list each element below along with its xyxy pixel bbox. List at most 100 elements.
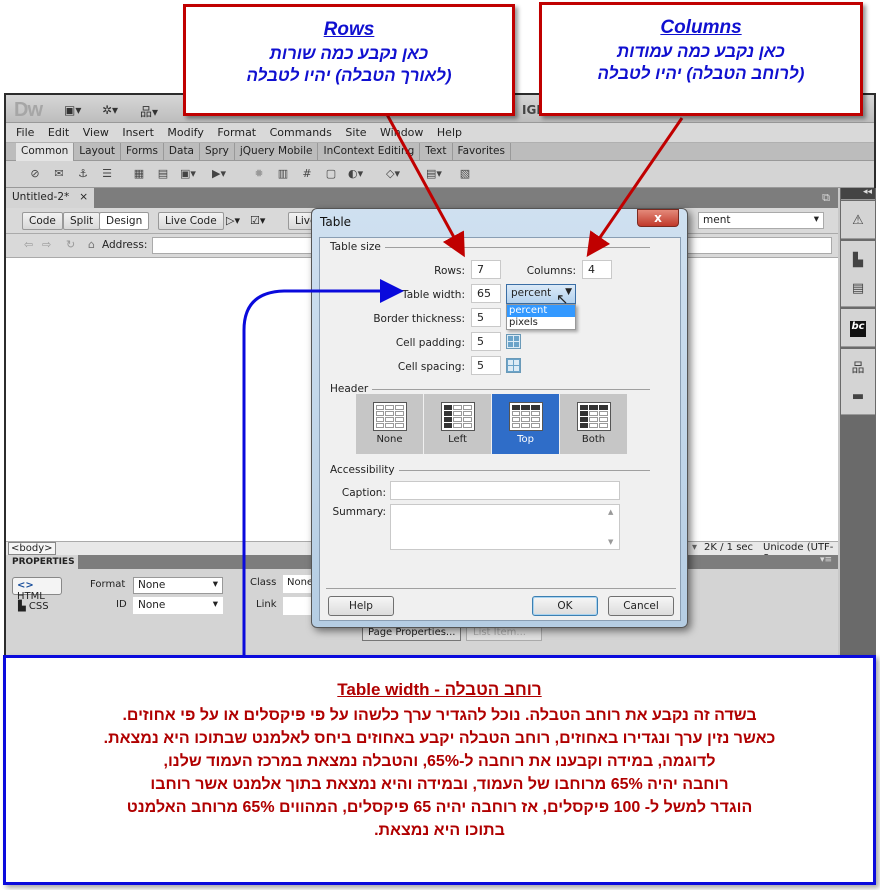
menu-format[interactable]: Format xyxy=(217,123,256,139)
css-styles-icon[interactable]: ▙ xyxy=(850,253,866,269)
server-side-include-icon[interactable]: # xyxy=(300,168,314,180)
menu-view[interactable]: View xyxy=(83,123,109,139)
home-icon[interactable]: ⌂ xyxy=(88,238,95,251)
format-label: Format xyxy=(90,579,126,590)
named-anchor-icon[interactable]: ⚓ xyxy=(76,168,90,180)
table-width-label: Table width: xyxy=(402,289,465,301)
ok-button[interactable]: OK xyxy=(532,596,598,616)
horizontal-rule-icon[interactable]: ☰ xyxy=(100,168,114,180)
layout-icon[interactable]: ▣▾ xyxy=(64,103,81,117)
assets-icon[interactable]: ▬ xyxy=(850,389,866,405)
insert-bar: Common Layout Forms Data Spry jQuery Mobile In… xyxy=(6,143,874,161)
business-catalyst-icon[interactable]: bc xyxy=(850,321,866,337)
tab-text[interactable]: Text xyxy=(420,143,453,161)
templates-icon[interactable]: ▤▾ xyxy=(426,168,442,180)
css-label: CSS xyxy=(28,601,49,612)
div-icon[interactable]: ▤ xyxy=(156,168,170,180)
columns-callout-title: Columns xyxy=(660,17,742,38)
files-icon[interactable]: 品 xyxy=(850,361,866,377)
design-view-button[interactable]: Design xyxy=(99,212,150,230)
tab-common[interactable]: Common xyxy=(16,143,75,161)
menu-modify[interactable]: Modify xyxy=(167,123,203,139)
table-width-input[interactable]: 65 xyxy=(471,284,501,303)
cell-spacing-label: Cell spacing: xyxy=(397,361,465,373)
menu-help[interactable]: Help xyxy=(437,123,462,139)
email-link-icon[interactable]: ✉ xyxy=(52,168,66,180)
menu-insert[interactable]: Insert xyxy=(122,123,154,139)
scroll-down-icon[interactable]: ▼ xyxy=(608,538,613,546)
dock-group-2: ▙ ▤ xyxy=(841,241,875,307)
table-none-icon xyxy=(372,402,407,431)
tab-spry[interactable]: Spry xyxy=(200,143,235,161)
dock-group-3: bc xyxy=(841,309,875,347)
scroll-up-icon[interactable]: ▲ xyxy=(608,508,613,516)
header-option-label: Both xyxy=(581,434,606,445)
chevron-down-icon: ▾ xyxy=(692,542,698,553)
table-icon[interactable]: ▦ xyxy=(132,168,146,180)
menu-commands[interactable]: Commands xyxy=(270,123,332,139)
images-icon[interactable]: ▣▾ xyxy=(180,168,196,180)
properties-tab[interactable]: PROPERTIES xyxy=(6,555,78,569)
dialog-close-button[interactable]: x xyxy=(637,209,679,227)
header-option-left[interactable]: Left xyxy=(424,394,491,454)
caption-input[interactable] xyxy=(390,481,620,500)
format-select[interactable]: None xyxy=(133,577,223,594)
menu-site[interactable]: Site xyxy=(345,123,366,139)
check-page-icon[interactable]: ☑▾ xyxy=(250,214,265,227)
tag-chooser-icon[interactable]: ▧ xyxy=(458,168,472,180)
ap-elements-icon[interactable]: ▤ xyxy=(850,281,866,297)
menu-window[interactable]: Window xyxy=(380,123,423,139)
document-title-field[interactable]: ment xyxy=(698,212,824,229)
live-code-button[interactable]: Live Code xyxy=(158,212,224,230)
css-mode-button[interactable]: ▙ CSS xyxy=(18,601,49,612)
insert-panel-icon[interactable]: ⚠ xyxy=(850,213,866,229)
header-option-none[interactable]: None xyxy=(356,394,423,454)
header-option-top[interactable]: Top xyxy=(492,394,559,454)
widget-icon[interactable]: ✹ xyxy=(252,168,266,180)
tab-layout[interactable]: Layout xyxy=(74,143,121,161)
hyperlink-icon[interactable]: ⊘ xyxy=(28,168,42,180)
media-icon[interactable]: ▶▾ xyxy=(212,168,226,180)
cell-spacing-input[interactable]: 5 xyxy=(471,356,501,375)
script-icon[interactable]: ◇▾ xyxy=(386,168,400,180)
html-mode-button[interactable]: <> HTML xyxy=(12,577,62,602)
tab-forms[interactable]: Forms xyxy=(121,143,164,161)
comment-icon[interactable]: ▢ xyxy=(324,168,338,180)
cell-spacing-icon xyxy=(506,358,521,373)
tab-data[interactable]: Data xyxy=(164,143,200,161)
header-option-both[interactable]: Both xyxy=(560,394,627,454)
help-button[interactable]: Help xyxy=(328,596,394,616)
menu-edit[interactable]: Edit xyxy=(48,123,69,139)
back-icon[interactable]: ⇦ xyxy=(24,238,33,251)
gear-icon[interactable]: ✲▾ xyxy=(102,103,118,117)
info-line: כאשר נזין ערך ונגדירו באחוזים, רוחב הטבל… xyxy=(103,730,776,747)
columns-label: Columns: xyxy=(526,265,576,277)
code-view-button[interactable]: Code xyxy=(22,212,63,230)
id-select[interactable]: None xyxy=(133,597,223,614)
document-tab[interactable]: Untitled-2* × xyxy=(6,188,94,208)
panel-menu-icon[interactable]: ▾≡ xyxy=(820,555,832,565)
split-view-button[interactable]: Split xyxy=(63,212,101,230)
tag-selector-body[interactable]: <body> xyxy=(8,542,56,555)
site-icon[interactable]: 品▾ xyxy=(140,103,158,120)
tab-jquery-mobile[interactable]: jQuery Mobile xyxy=(235,143,319,161)
tab-incontext-editing[interactable]: InContext Editing xyxy=(318,143,421,161)
summary-textarea[interactable] xyxy=(390,504,620,550)
forward-icon[interactable]: ⇨ xyxy=(42,238,51,251)
border-thickness-input[interactable]: 5 xyxy=(471,308,501,327)
rows-input[interactable]: 7 xyxy=(471,260,501,279)
collapse-icon[interactable]: ◂◂ xyxy=(841,187,875,200)
refresh-icon[interactable]: ↻ xyxy=(66,238,75,251)
close-icon[interactable]: × xyxy=(79,191,88,203)
columns-input[interactable]: 4 xyxy=(582,260,612,279)
border-thickness-label: Border thickness: xyxy=(373,313,465,325)
restore-icon[interactable]: ⧉ xyxy=(822,191,830,205)
cancel-button[interactable]: Cancel xyxy=(608,596,674,616)
cell-padding-input[interactable]: 5 xyxy=(471,332,501,351)
inspect-icon[interactable]: ▷▾ xyxy=(226,214,240,227)
date-icon[interactable]: ▥ xyxy=(276,168,290,180)
option-pixels[interactable]: pixels xyxy=(507,317,575,329)
menu-file[interactable]: File xyxy=(16,123,34,139)
head-icon[interactable]: ◐▾ xyxy=(348,168,363,180)
tab-favorites[interactable]: Favorites xyxy=(453,143,511,161)
